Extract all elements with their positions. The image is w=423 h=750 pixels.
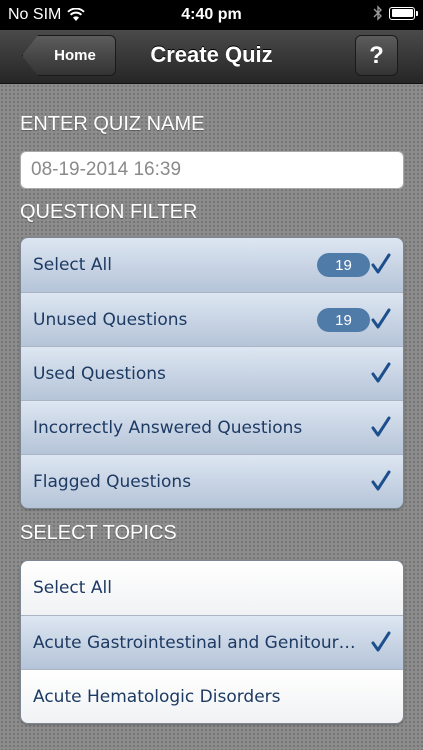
quiz-name-input[interactable] <box>20 151 404 189</box>
filter-row-select-all[interactable]: Select All 19 <box>21 238 403 292</box>
status-right <box>373 5 418 21</box>
checkmark-icon <box>371 631 391 652</box>
filter-row-used-questions[interactable]: Used Questions <box>21 346 403 400</box>
filter-row-label: Incorrectly Answered Questions <box>33 417 303 438</box>
quiz-name-header: ENTER QUIZ NAME <box>20 113 205 135</box>
filter-row-flagged-questions[interactable]: Flagged Questions <box>21 454 403 508</box>
battery-fill <box>391 9 413 17</box>
topic-row-acute-gastrointestinal[interactable]: Acute Gastrointestinal and Genitour… <box>21 615 403 669</box>
filter-row-label: Used Questions <box>33 363 166 384</box>
checkmark-icon <box>371 470 391 491</box>
filter-row-label: Select All <box>33 255 112 275</box>
count-badge: 19 <box>317 308 370 332</box>
topic-row-label: Acute Gastrointestinal and Genitour… <box>33 632 356 653</box>
topic-row-label: Acute Hematologic Disorders <box>33 686 281 707</box>
question-filter-header: QUESTION FILTER <box>20 201 198 223</box>
topic-row-acute-hematologic[interactable]: Acute Hematologic Disorders <box>21 669 403 723</box>
bluetooth-icon <box>373 5 382 21</box>
checkmark-icon <box>371 416 391 437</box>
topic-row-select-all[interactable]: Select All <box>21 561 403 615</box>
filter-row-incorrectly-answered[interactable]: Incorrectly Answered Questions <box>21 400 403 454</box>
checkmark-icon <box>371 253 391 274</box>
checkmark-icon <box>371 362 391 383</box>
topics-list: Select All Acute Gastrointestinal and Ge… <box>20 560 404 724</box>
question-filter-list: Select All 19 Unused Questions 19 Used Q… <box>20 237 404 509</box>
status-bar: No SIM 4:40 pm <box>0 0 423 30</box>
checkmark-icon <box>371 308 391 329</box>
select-topics-header: SELECT TOPICS <box>20 522 177 544</box>
nav-bar: Home Create Quiz ? <box>0 30 423 84</box>
filter-row-unused-questions[interactable]: Unused Questions 19 <box>21 292 403 346</box>
filter-row-label: Unused Questions <box>33 309 188 330</box>
filter-row-label: Flagged Questions <box>33 471 192 492</box>
status-time: 4:40 pm <box>181 6 242 23</box>
help-button-label: ? <box>369 41 384 69</box>
battery-icon <box>389 6 418 20</box>
help-button[interactable]: ? <box>355 35 398 76</box>
topic-row-label: Select All <box>33 578 112 598</box>
count-badge: 19 <box>317 253 370 277</box>
